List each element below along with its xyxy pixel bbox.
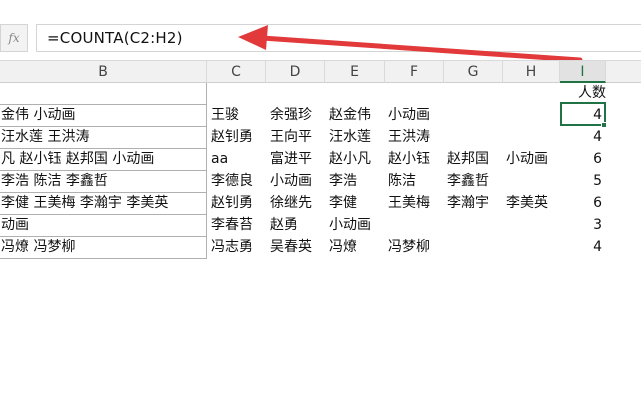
cell-b6[interactable]: 李健 王美梅 李瀚宇 李美英	[0, 193, 207, 215]
cell-g4[interactable]: 赵邦国	[447, 149, 503, 171]
cell-f4[interactable]: 赵小钰	[388, 149, 444, 171]
formula-bar-area: fx =COUNTA(C2:H2)	[0, 0, 641, 58]
cell-i4[interactable]: 6	[556, 149, 602, 171]
cell-i7[interactable]: 3	[556, 215, 602, 237]
cell-f2[interactable]: 小动画	[388, 105, 444, 127]
cell-c8[interactable]: 冯志勇	[211, 237, 266, 259]
formula-input[interactable]: =COUNTA(C2:H2)	[36, 24, 641, 52]
cell-e7[interactable]: 小动画	[329, 215, 385, 237]
column-header-d[interactable]: D	[266, 60, 325, 83]
column-header-i[interactable]: I	[560, 60, 606, 83]
column-header-g[interactable]: G	[444, 60, 503, 83]
cell-d7[interactable]: 赵勇	[270, 215, 325, 237]
cell-i5[interactable]: 5	[556, 171, 602, 193]
cell-e6[interactable]: 李健	[329, 193, 385, 215]
fill-handle[interactable]	[601, 122, 607, 128]
cell-d3[interactable]: 王向平	[270, 127, 325, 149]
cell-c3[interactable]: 赵钊勇	[211, 127, 266, 149]
cell-b2[interactable]: 金伟 小动画	[0, 105, 207, 127]
insert-function-button[interactable]: fx	[0, 24, 28, 52]
column-header-blank	[606, 60, 641, 83]
cell-d4[interactable]: 富进平	[270, 149, 325, 171]
cell-i3[interactable]: 4	[556, 127, 602, 149]
spreadsheet-grid: 人数 金伟 小动画 王骏 余强珍 赵金伟 小动画 4 汪水莲 王洪涛 赵钊勇 王…	[0, 83, 641, 406]
cell-b8[interactable]: 冯燎 冯梦柳	[0, 237, 207, 259]
cell-e8[interactable]: 冯燎	[329, 237, 385, 259]
cell-c2[interactable]: 王骏	[211, 105, 266, 127]
column-header-e[interactable]: E	[325, 60, 385, 83]
cell-c6[interactable]: 赵钊勇	[211, 193, 266, 215]
column-header-c[interactable]: C	[207, 60, 266, 83]
cell-b1[interactable]	[0, 83, 207, 105]
cell-b3[interactable]: 汪水莲 王洪涛	[0, 127, 207, 149]
column-header-h[interactable]: H	[503, 60, 560, 83]
cell-f8[interactable]: 冯梦柳	[388, 237, 444, 259]
cell-e4[interactable]: 赵小凡	[329, 149, 385, 171]
cell-d2[interactable]: 余强珍	[270, 105, 325, 127]
cell-h4[interactable]: 小动画	[506, 149, 560, 171]
column-header-b[interactable]: B	[0, 60, 207, 83]
cell-g5[interactable]: 李鑫哲	[447, 171, 503, 193]
cell-selection-box	[560, 102, 606, 126]
cell-e3[interactable]: 汪水莲	[329, 127, 385, 149]
cell-f5[interactable]: 陈洁	[388, 171, 444, 193]
cell-e5[interactable]: 李浩	[329, 171, 385, 193]
cell-e2[interactable]: 赵金伟	[329, 105, 385, 127]
cell-h6[interactable]: 李美英	[506, 193, 560, 215]
formula-text: =COUNTA(C2:H2)	[47, 29, 183, 47]
fx-icon: fx	[8, 31, 20, 45]
cell-c7[interactable]: 李春苔	[211, 215, 266, 237]
column-header-f[interactable]: F	[385, 60, 444, 83]
cell-c4[interactable]: aa	[211, 149, 266, 171]
cell-d5[interactable]: 小动画	[270, 171, 325, 193]
cell-f3[interactable]: 王洪涛	[388, 127, 444, 149]
cell-i8[interactable]: 4	[556, 237, 602, 259]
cell-d8[interactable]: 吴春英	[270, 237, 325, 259]
cell-f6[interactable]: 王美梅	[388, 193, 444, 215]
cell-b4[interactable]: 凡 赵小钰 赵邦国 小动画	[0, 149, 207, 171]
cell-i6[interactable]: 6	[556, 193, 602, 215]
cell-g6[interactable]: 李瀚宇	[447, 193, 503, 215]
cell-d6[interactable]: 徐继先	[270, 193, 325, 215]
cell-b5[interactable]: 李浩 陈洁 李鑫哲	[0, 171, 207, 193]
cell-b7[interactable]: 动画	[0, 215, 207, 237]
cell-c5[interactable]: 李德良	[211, 171, 266, 193]
